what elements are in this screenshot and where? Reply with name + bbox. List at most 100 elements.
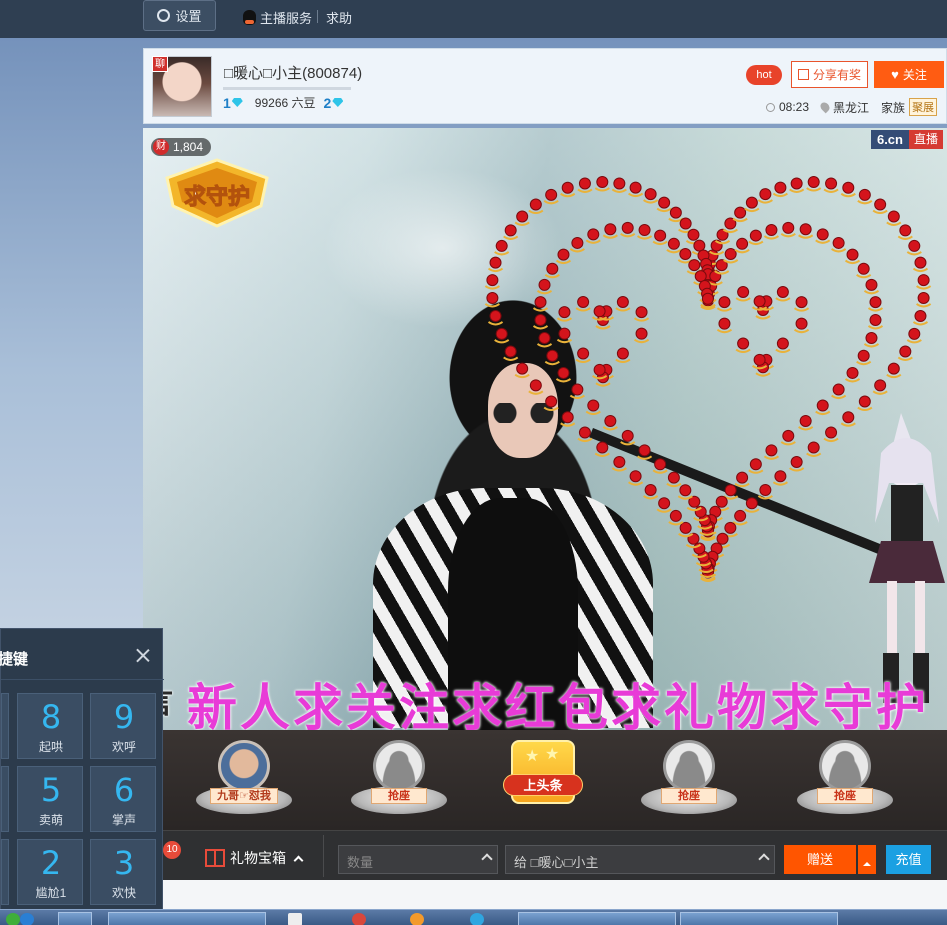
heart-icon: ♥	[891, 67, 899, 82]
rose-icon	[844, 248, 861, 265]
seat-1[interactable]: 九哥☞怼我	[196, 736, 292, 822]
taskbar-app[interactable]	[518, 912, 676, 925]
document-icon[interactable]	[288, 913, 302, 925]
quantity-input[interactable]: 数量	[338, 845, 498, 874]
rose-icon	[757, 483, 773, 500]
rose-icon	[628, 470, 644, 486]
chevron-up-icon	[293, 855, 304, 865]
browser-icon[interactable]	[20, 913, 34, 925]
key-number: 2	[40, 844, 62, 882]
taskbar-app[interactable]	[108, 912, 266, 925]
beans-count: 99266 六豆	[254, 96, 316, 110]
anchor-info-bar: 聊 □暖心□小主(800874) 1 99266 六豆 2 hot 分享有奖 ♥…	[143, 48, 947, 124]
divider	[323, 835, 324, 877]
shortcut-key-partial[interactable]	[1, 693, 9, 759]
settings-button[interactable]: 设置	[143, 0, 216, 31]
chevron-up-icon[interactable]	[758, 853, 770, 865]
taskbar-app[interactable]	[680, 912, 838, 925]
family-tag[interactable]: 聚展	[909, 98, 938, 116]
rose-icon	[666, 237, 682, 254]
seat-4[interactable]: 抢座	[797, 736, 893, 822]
rose-icon	[555, 366, 572, 383]
chat-badge[interactable]: 聊	[152, 56, 168, 72]
shortcut-key-6[interactable]: 6 掌声	[90, 766, 156, 832]
app-icon[interactable]	[470, 913, 484, 925]
rose-icon	[633, 306, 650, 322]
rose-icon	[494, 327, 510, 344]
scrolling-banner: 言 新人求关注求红包求礼物求守护	[143, 668, 929, 730]
rose-icon	[789, 456, 805, 472]
share-button[interactable]: 分享有奖	[791, 61, 868, 88]
rose-icon	[732, 509, 748, 526]
rose-icon	[532, 313, 549, 330]
guard-badge-icon[interactable]: 求守护	[157, 158, 277, 228]
rose-icon	[656, 497, 672, 513]
rose-icon	[798, 414, 814, 431]
seat-avatar	[218, 740, 270, 792]
app-icon[interactable]	[352, 913, 366, 925]
rose-icon	[555, 248, 572, 265]
rose-icon	[544, 349, 560, 366]
shortcut-key-8[interactable]: 8 起哄	[17, 693, 83, 759]
rose-icon	[594, 441, 610, 457]
rose-icon	[569, 383, 585, 400]
app-icon[interactable]	[410, 913, 424, 925]
start-orb-icon[interactable]	[6, 913, 20, 925]
recharge-button[interactable]: 充值	[886, 845, 931, 874]
seat-3[interactable]: 抢座	[641, 736, 737, 822]
rose-icon	[536, 331, 553, 348]
rose-icon	[840, 411, 856, 427]
rose-icon	[503, 345, 519, 361]
location-pin-icon	[818, 100, 832, 114]
shortcut-key-partial[interactable]	[1, 766, 9, 832]
rose-icon	[748, 458, 764, 474]
rose-icon	[856, 349, 872, 366]
rose-icon	[560, 411, 576, 427]
rose-icon	[503, 224, 519, 240]
rose-icon	[577, 426, 593, 443]
rose-icon	[656, 196, 672, 213]
rose-icon	[872, 198, 888, 215]
shortcut-key-3[interactable]: 3 欢快	[90, 839, 156, 905]
brand-logo: 6.cn	[870, 130, 909, 149]
follow-button[interactable]: ♥ 关注	[874, 61, 944, 88]
grab-seat-label: 抢座	[817, 788, 873, 804]
shortcut-key-9[interactable]: 9 欢呼	[90, 693, 156, 759]
send-gift-button[interactable]: 赠送	[784, 845, 856, 874]
rose-icon	[677, 484, 693, 500]
send-options-button[interactable]	[858, 845, 876, 874]
banner-text: 新人求关注求红包求礼物求守护	[187, 679, 929, 730]
shortcut-key-5[interactable]: 5 卖萌	[17, 766, 83, 832]
shortcut-key-partial[interactable]	[1, 839, 9, 905]
shortcut-key-2[interactable]: 2 尴尬1	[17, 839, 83, 905]
diamond-icon	[332, 98, 344, 107]
os-taskbar	[0, 909, 947, 925]
rose-icon	[886, 210, 902, 226]
gift-box-button[interactable]: 礼物宝箱	[205, 848, 304, 868]
rose-icon	[775, 286, 791, 302]
help-link[interactable]: 求助	[326, 8, 352, 27]
rose-icon	[831, 383, 847, 400]
key-number: 8	[40, 698, 62, 736]
rose-icon	[585, 228, 601, 244]
anchor-service-link[interactable]: 主播服务	[243, 8, 312, 27]
rose-icon	[763, 444, 780, 460]
chevron-up-icon[interactable]	[481, 853, 493, 865]
share-label: 分享有奖	[812, 68, 861, 82]
rose-icon	[569, 236, 585, 253]
key-label: 掌声	[111, 813, 136, 827]
rose-icon	[615, 296, 631, 312]
rose-icon	[560, 181, 576, 198]
recipient-select[interactable]: 给 □暖心□小主	[505, 845, 775, 874]
divider	[1, 679, 164, 680]
taskbar-app[interactable]	[58, 912, 92, 925]
rose-icon	[763, 224, 780, 240]
rose-icon	[723, 484, 739, 500]
close-icon[interactable]	[135, 647, 151, 663]
rose-icon	[652, 458, 668, 474]
headline-button[interactable]: ★ ★ 上头条	[503, 740, 583, 820]
live-video[interactable]: 求守护 财 1,804 6.cn 直播 言 新人求关注求红包求礼物求守护	[143, 128, 947, 730]
headline-label: 上头条	[503, 774, 583, 796]
seat-2[interactable]: 抢座	[351, 736, 447, 822]
guard-badge-text: 求守护	[184, 184, 250, 210]
